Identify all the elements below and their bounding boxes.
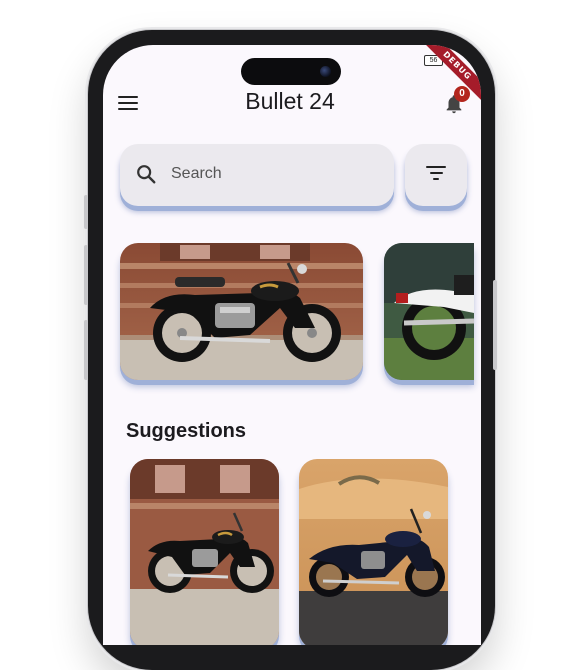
side-button-power (493, 280, 497, 370)
bike-image (130, 459, 279, 645)
filter-button[interactable] (405, 144, 467, 206)
side-button-volume-up (84, 245, 88, 305)
search-bar[interactable]: Search (120, 144, 394, 206)
section-title-suggestions: Suggestions (126, 420, 247, 442)
featured-bike-card-2[interactable] (384, 243, 474, 380)
bike-image (120, 243, 363, 380)
side-button-volume-down (84, 320, 88, 380)
suggestion-card[interactable] (299, 459, 448, 645)
search-input[interactable]: Search (171, 165, 222, 183)
search-icon (137, 165, 156, 184)
featured-bike-card[interactable] (120, 243, 363, 380)
bike-image (299, 459, 448, 645)
camera-icon (320, 66, 331, 77)
suggestion-card[interactable] (130, 459, 279, 645)
bike-image (384, 243, 474, 380)
dynamic-island (241, 58, 341, 85)
notification-badge: 0 (454, 86, 470, 102)
filter-icon (426, 166, 446, 182)
side-button-silent (84, 195, 88, 229)
app-screen: 56 DEBUG Bullet 24 0 Search Suggestions (103, 45, 481, 645)
app-title: Bullet 24 (245, 88, 335, 114)
